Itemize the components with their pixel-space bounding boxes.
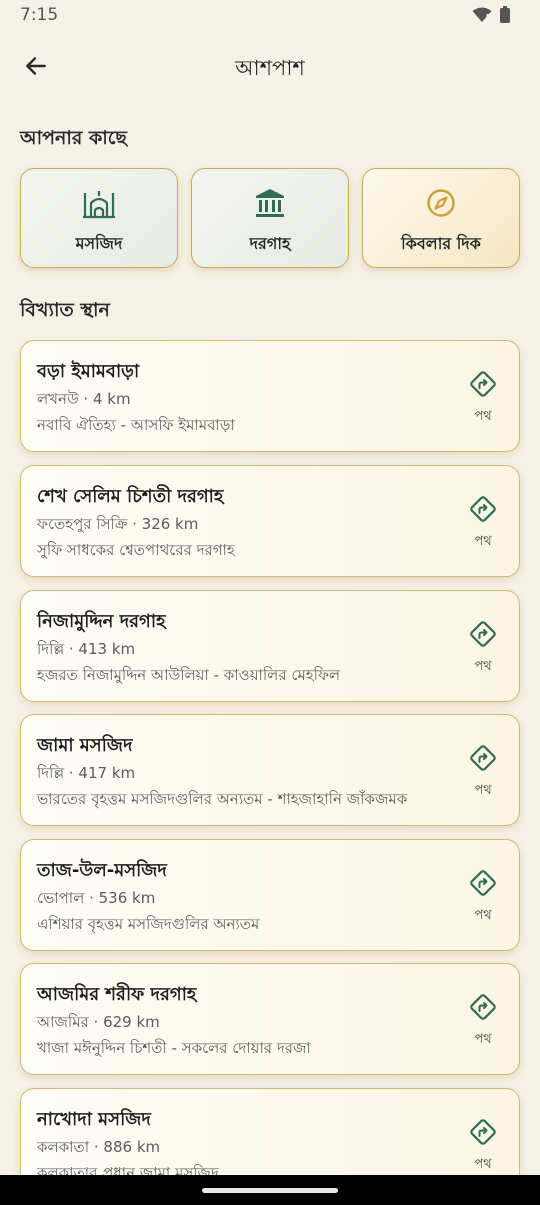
- screen: 7:15 আশপাশ আপনার কাছে মসজিদ দরগাহ কিবলার…: [0, 0, 540, 1205]
- directions-button[interactable]: পথ: [463, 369, 503, 425]
- mosque-tile-label: মসজিদ: [75, 234, 123, 253]
- place-location-distance: দিল্লি · 413 km: [37, 640, 136, 658]
- directions-label: পথ: [474, 659, 492, 674]
- shrine-tile[interactable]: দরগাহ: [191, 168, 349, 268]
- place-name: জামা মসজিদ: [37, 735, 133, 756]
- directions-label: পথ: [474, 1032, 492, 1047]
- place-description: খাজা মঈনুদ্দিন চিশতী - সকলের দোয়ার দরজা: [37, 1039, 311, 1057]
- place-card[interactable]: নিজামুদ্দিন দরগাহ দিল্লি · 413 km হজরত ন…: [20, 590, 520, 702]
- qibla-tile[interactable]: কিবলার দিক: [362, 168, 520, 268]
- place-name: বড়া ইমামবাড়া: [37, 361, 140, 382]
- mosque-icon: [81, 187, 117, 219]
- place-name: আজমির শরীফ দরগাহ: [37, 984, 197, 1005]
- qibla-tile-label: কিবলার দিক: [401, 234, 481, 253]
- directions-button[interactable]: পথ: [463, 1117, 503, 1173]
- directions-icon: [468, 369, 498, 403]
- place-card[interactable]: শেখ সেলিম চিশতী দরগাহ ফতেহপুর সিক্রি · 3…: [20, 465, 520, 577]
- place-name: নাখোদা মসজিদ: [37, 1109, 151, 1130]
- wifi-icon: [472, 7, 492, 27]
- place-description: হজরত নিজামুদ্দিন আউলিয়া - কাওয়ালির মেহ…: [37, 666, 341, 684]
- place-description: ভারতের বৃহত্তম মসজিদগুলির অন্যতম - শাহজা…: [37, 790, 408, 808]
- top-app-bar: আশপাশ: [0, 38, 540, 94]
- place-list: বড়া ইমামবাড়া লখনউ · 4 km নবাবি ঐতিহ্য …: [0, 340, 540, 1175]
- status-bar: 7:15: [0, 0, 540, 32]
- place-location-distance: ফতেহপুর সিক্রি · 326 km: [37, 515, 199, 533]
- directions-button[interactable]: পথ: [463, 494, 503, 550]
- place-card[interactable]: তাজ-উল-মসজিদ ভোপাল · 536 km এশিয়ার বৃহত…: [20, 839, 520, 951]
- place-card[interactable]: বড়া ইমামবাড়া লখনউ · 4 km নবাবি ঐতিহ্য …: [20, 340, 520, 452]
- shrine-tile-label: দরগাহ: [249, 234, 291, 253]
- home-gesture-handle[interactable]: [202, 1188, 338, 1193]
- directions-button[interactable]: পথ: [463, 619, 503, 675]
- directions-icon: [468, 868, 498, 902]
- place-location-distance: লখনউ · 4 km: [37, 390, 131, 408]
- place-description: এশিয়ার বৃহত্তম মসজিদগুলির অন্যতম: [37, 915, 260, 933]
- status-time: 7:15: [20, 5, 59, 25]
- nearby-tiles: মসজিদ দরগাহ কিবলার দিক: [20, 168, 520, 268]
- directions-icon: [468, 743, 498, 777]
- directions-button[interactable]: পথ: [463, 743, 503, 799]
- place-location-distance: আজমির · 629 km: [37, 1013, 160, 1031]
- directions-icon: [468, 494, 498, 528]
- place-name: শেখ সেলিম চিশতী দরগাহ: [37, 486, 224, 507]
- directions-button[interactable]: পথ: [463, 992, 503, 1048]
- place-card[interactable]: জামা মসজিদ দিল্লি · 417 km ভারতের বৃহত্ত…: [20, 714, 520, 826]
- system-nav-bar: [0, 1175, 540, 1205]
- page-title: আশপাশ: [235, 56, 305, 80]
- directions-icon: [468, 619, 498, 653]
- place-location-distance: কলকাতা · 886 km: [37, 1138, 161, 1156]
- mosque-tile[interactable]: মসজিদ: [20, 168, 178, 268]
- famous-section-title: বিখ্যাত স্থান: [20, 299, 110, 321]
- directions-label: পথ: [474, 783, 492, 798]
- place-location-distance: দিল্লি · 417 km: [37, 764, 136, 782]
- place-card[interactable]: নাখোদা মসজিদ কলকাতা · 886 km কলকাতার প্র…: [20, 1088, 520, 1175]
- shrine-icon: [254, 187, 286, 219]
- directions-label: পথ: [474, 908, 492, 923]
- place-description: নবাবি ঐতিহ্য - আসফি ইমামবাড়া: [37, 416, 235, 434]
- directions-label: পথ: [474, 409, 492, 424]
- directions-label: পথ: [474, 1157, 492, 1172]
- place-location-distance: ভোপাল · 536 km: [37, 889, 156, 907]
- directions-icon: [468, 992, 498, 1026]
- place-card[interactable]: আজমির শরীফ দরগাহ আজমির · 629 km খাজা মঈন…: [20, 963, 520, 1075]
- place-name: তাজ-উল-মসজিদ: [37, 860, 167, 881]
- status-icons: [472, 6, 510, 27]
- compass-icon: [425, 187, 457, 219]
- directions-icon: [468, 1117, 498, 1151]
- directions-label: পথ: [474, 534, 492, 549]
- place-name: নিজামুদ্দিন দরগাহ: [37, 611, 166, 632]
- place-description: কলকাতার প্রধান জামা মসজিদ: [37, 1164, 219, 1175]
- directions-button[interactable]: পথ: [463, 868, 503, 924]
- battery-icon: [500, 6, 510, 27]
- place-description: সুফি সাধকের শ্বেতপাথরের দরগাহ: [37, 541, 235, 559]
- nearby-section-title: আপনার কাছে: [20, 127, 127, 149]
